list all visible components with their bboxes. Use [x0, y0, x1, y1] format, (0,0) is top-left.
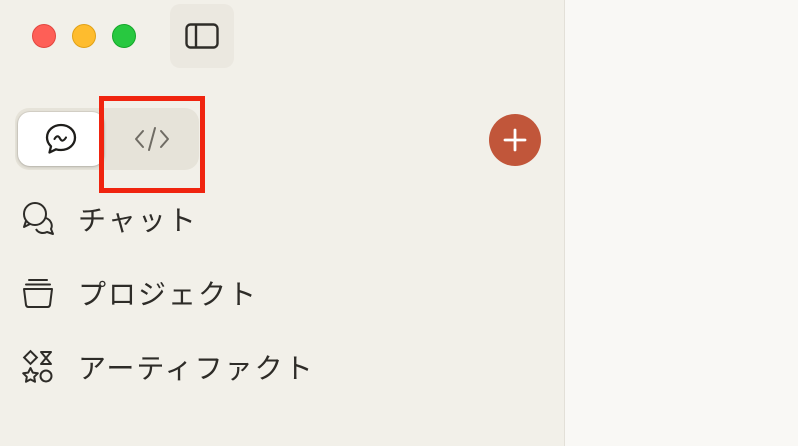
artifacts-icon	[18, 347, 58, 387]
chat-bubble-icon	[45, 123, 77, 154]
sidebar-toggle-button[interactable]	[170, 4, 234, 68]
sidebar-icon	[185, 23, 219, 49]
code-icon	[135, 127, 169, 151]
projects-icon	[18, 273, 58, 313]
sidebar-item-label: アーティファクト	[78, 352, 315, 385]
chat-mode-button[interactable]	[18, 112, 104, 166]
code-mode-button[interactable]	[109, 112, 195, 166]
close-window-button[interactable]	[32, 24, 56, 48]
plus-icon	[503, 128, 527, 152]
sidebar-item-label: プロジェクト	[78, 278, 259, 311]
minimize-window-button[interactable]	[72, 24, 96, 48]
main-content	[566, 0, 798, 446]
new-chat-button[interactable]	[489, 114, 541, 166]
sidebar-item-artifacts[interactable]: アーティファクト	[18, 342, 538, 392]
mode-switch	[15, 108, 199, 170]
sidebar-item-chats[interactable]: チャット	[18, 194, 538, 244]
sidebar-item-label: チャット	[78, 204, 198, 237]
sidebar-item-projects[interactable]: プロジェクト	[18, 268, 538, 318]
zoom-window-button[interactable]	[112, 24, 136, 48]
chats-icon	[18, 199, 58, 239]
app-window: チャット プロジェクト アーティファクト	[0, 0, 798, 446]
sidebar: チャット プロジェクト アーティファクト	[0, 0, 565, 446]
